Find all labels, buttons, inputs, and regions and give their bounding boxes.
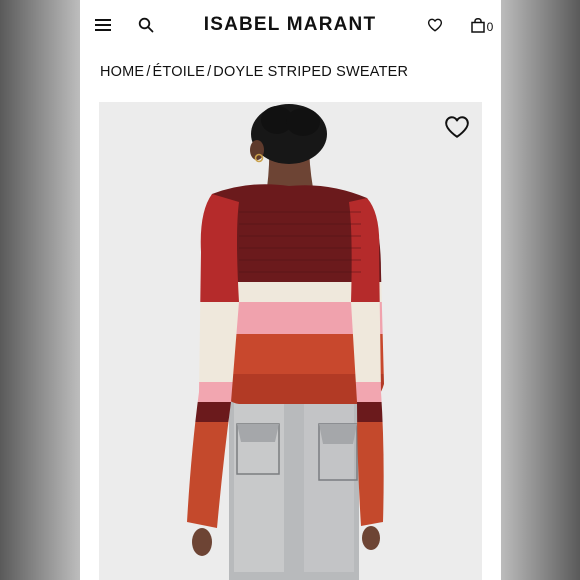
shopping-bag-icon [470, 17, 485, 33]
menu-button[interactable] [92, 14, 114, 36]
hamburger-menu-icon [95, 19, 111, 31]
breadcrumb-separator: / [207, 64, 212, 80]
model-photo [187, 104, 384, 580]
heart-icon [427, 18, 443, 32]
product-page: ISABEL MARANT 0 HOME / ÉTOILE / DOYLE STRIPE… [80, 0, 501, 580]
breadcrumb-etoile[interactable]: ÉTOILE [153, 64, 206, 80]
breadcrumb-current: DOYLE STRIPED SWEATER [213, 64, 409, 80]
breadcrumb: HOME / ÉTOILE / DOYLE STRIPED SWEATER [100, 64, 408, 80]
search-button[interactable] [135, 14, 157, 36]
brand-logo[interactable]: ISABEL MARANT [190, 14, 390, 36]
site-header: ISABEL MARANT 0 [80, 0, 501, 52]
product-image[interactable] [99, 102, 482, 580]
favorite-button[interactable] [444, 115, 470, 141]
breadcrumb-home[interactable]: HOME [100, 64, 144, 80]
cart-count-badge: 0 [486, 20, 494, 34]
heart-outline-icon [445, 116, 469, 138]
search-icon [138, 17, 154, 33]
wishlist-button[interactable] [424, 14, 446, 36]
breadcrumb-separator: / [146, 64, 151, 80]
cart-button[interactable]: 0 [467, 14, 497, 36]
